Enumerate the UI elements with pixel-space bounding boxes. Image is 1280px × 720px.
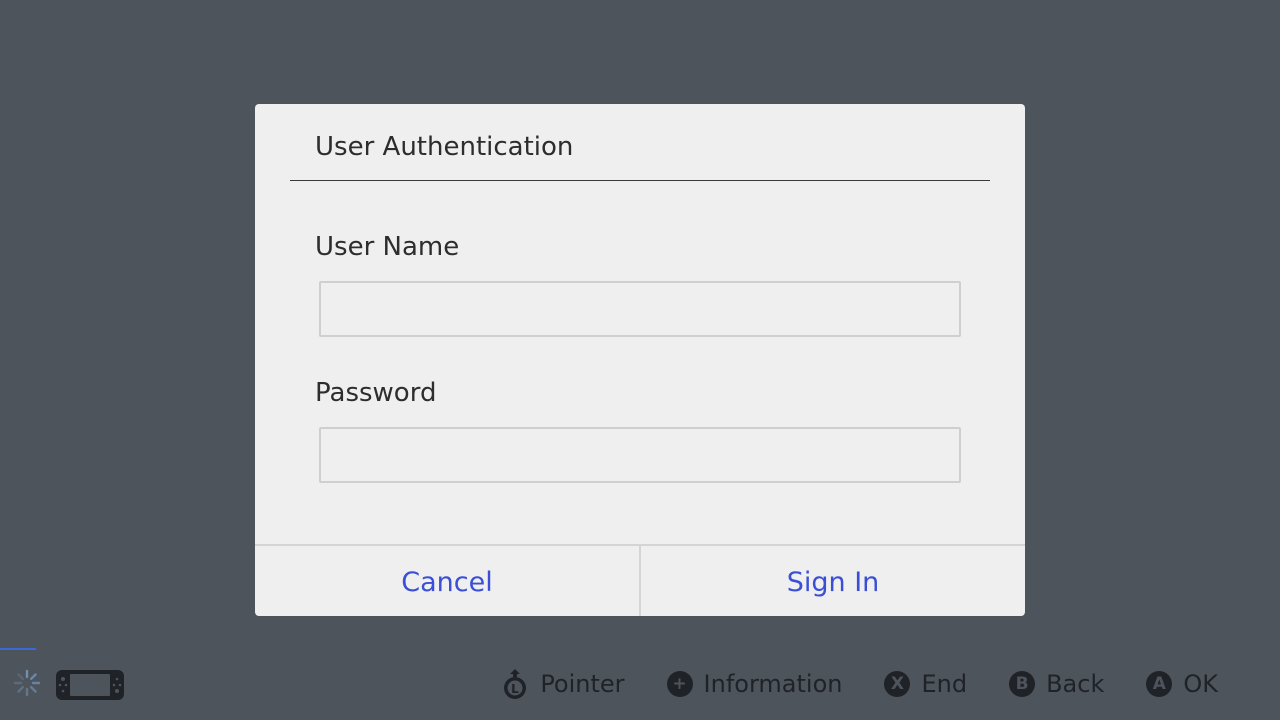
button-hints-bar: L Pointer + Information X End B Back A O… (501, 664, 1218, 704)
dialog-button-row: Cancel Sign In (255, 544, 1025, 616)
hint-label-ok: OK (1183, 670, 1218, 698)
a-button-icon: A (1146, 671, 1173, 697)
password-input[interactable] (319, 427, 961, 483)
cancel-button[interactable]: Cancel (255, 546, 639, 616)
loading-spinner-icon (13, 669, 41, 697)
title-divider (290, 180, 990, 181)
x-button-icon: X (884, 671, 911, 697)
hint-label-end: End (921, 670, 968, 698)
auth-dialog: User Authentication User Name Password C… (255, 104, 1025, 616)
hint-back[interactable]: B Back (1009, 670, 1104, 698)
loading-progress-line (0, 648, 36, 650)
handheld-console-icon (56, 670, 124, 700)
hint-label-information: Information (703, 670, 843, 698)
hint-label-pointer: Pointer (540, 670, 625, 698)
hint-pointer[interactable]: L Pointer (501, 668, 625, 700)
user-name-label: User Name (315, 232, 460, 262)
b-button-icon: B (1009, 671, 1036, 697)
user-name-input[interactable] (319, 281, 961, 337)
sign-in-button[interactable]: Sign In (641, 546, 1025, 616)
screen: User Authentication User Name Password C… (0, 0, 1280, 720)
hint-end[interactable]: X End (884, 670, 967, 698)
svg-text:L: L (511, 682, 519, 696)
hint-ok[interactable]: A OK (1146, 670, 1218, 698)
hint-label-back: Back (1046, 670, 1105, 698)
hint-information[interactable]: + Information (666, 670, 843, 698)
password-label: Password (315, 378, 437, 408)
left-stick-icon: L (504, 669, 527, 699)
plus-button-icon: + (666, 671, 693, 697)
dialog-title: User Authentication (315, 132, 574, 162)
